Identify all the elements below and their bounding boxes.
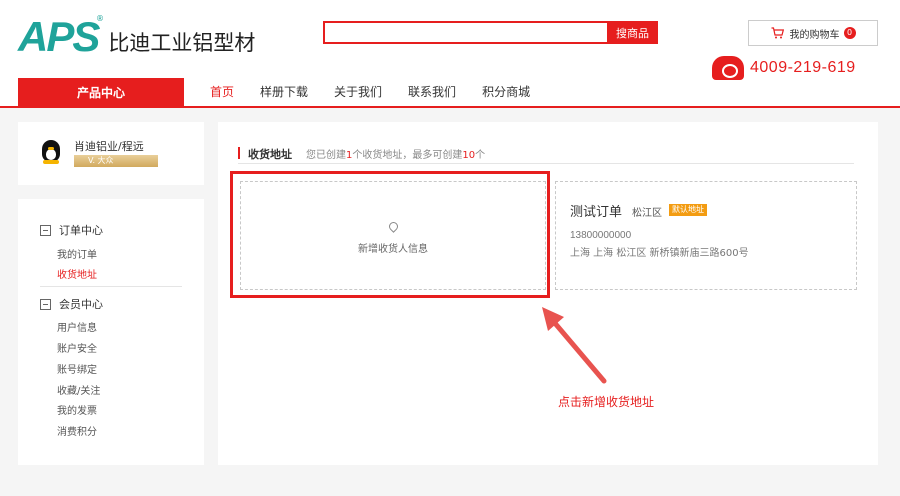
section-order-center[interactable]: 订单中心 (40, 222, 103, 238)
sidebar-item-my-orders[interactable]: 我的订单 (57, 246, 97, 261)
nav-item-catalog-download[interactable]: 样册下载 (260, 78, 308, 106)
hotline-number: 4009-219-619 (750, 59, 856, 76)
nav-items: 首页 样册下载 关于我们 联系我们 积分商城 (210, 78, 556, 106)
member-level-badge: V. 大众 (74, 155, 158, 167)
sidebar-item-account-binding[interactable]: 账号绑定 (57, 361, 97, 376)
full-address: 上海 上海 松江区 新桥镇新庙三路600号 (570, 248, 749, 259)
search-bar: 搜商品 (323, 21, 658, 44)
annotation-callout: 点击新增收货地址 (558, 395, 655, 409)
site-header: APS ® 比迪工业铝型材 搜商品 我的购物车 0 4009-219-619 产… (0, 0, 900, 108)
search-input[interactable] (323, 21, 607, 44)
cart-button[interactable]: 我的购物车 0 (748, 20, 878, 46)
main-nav: 产品中心 首页 样册下载 关于我们 联系我们 积分商城 (0, 78, 900, 108)
nav-item-home[interactable]: 首页 (210, 78, 234, 106)
logo-mark: APS (18, 13, 100, 60)
sidebar-item-shipping-address[interactable]: 收货地址 (57, 266, 97, 281)
address-card[interactable]: 测试订单 松江区 默认地址 13800000000 上海 上海 松江区 新桥镇新… (555, 181, 857, 290)
divider (40, 286, 182, 287)
user-card: 肖迪铝业/程远 V. 大众 (18, 122, 204, 185)
collapse-icon (40, 224, 51, 236)
sidebar-item-favorites[interactable]: 收藏/关注 (57, 382, 100, 397)
sidebar-item-invoices[interactable]: 我的发票 (57, 402, 97, 417)
section-label: 会员中心 (59, 298, 103, 311)
sidebar-menu: 订单中心 我的订单 收货地址 会员中心 用户信息 账户安全 账号绑定 收藏/关注… (18, 199, 204, 465)
cart-icon (771, 27, 784, 39)
page-title: 收货地址 (248, 148, 292, 161)
address-count-note: 您已创建1个收货地址，最多可创建10个 (306, 150, 486, 161)
recipient-phone: 13800000000 (570, 230, 632, 241)
sidebar-item-points[interactable]: 消费积分 (57, 423, 97, 438)
default-address-badge: 默认地址 (669, 204, 707, 216)
panel-header: 收货地址 您已创建1个收货地址，最多可创建10个 (238, 146, 854, 164)
cart-label: 我的购物车 (789, 29, 840, 41)
sidebar-item-user-info[interactable]: 用户信息 (57, 319, 97, 334)
section-label: 订单中心 (59, 224, 103, 237)
address-district: 松江区 (632, 208, 662, 219)
hotline: 4009-219-619 (712, 56, 856, 80)
sidebar-item-account-security[interactable]: 账户安全 (57, 340, 97, 355)
avatar-penguin-icon[interactable] (40, 140, 62, 164)
annotation-arrow-icon (542, 307, 607, 384)
search-button[interactable]: 搜商品 (607, 21, 658, 44)
site-logo[interactable]: APS ® 比迪工业铝型材 (18, 13, 256, 60)
nav-item-points-mall[interactable]: 积分商城 (482, 78, 530, 106)
username[interactable]: 肖迪铝业/程远 (74, 138, 144, 154)
section-member-center[interactable]: 会员中心 (40, 296, 103, 312)
title-accent-bar (238, 147, 240, 159)
telephone-icon (712, 56, 744, 80)
nav-item-about[interactable]: 关于我们 (334, 78, 382, 106)
registered-mark: ® (96, 14, 104, 23)
highlight-frame (230, 171, 550, 298)
cart-count-badge: 0 (843, 27, 856, 39)
nav-product-center[interactable]: 产品中心 (18, 78, 184, 108)
brand-name: 比迪工业铝型材 (108, 31, 256, 55)
recipient-name: 测试订单 (570, 205, 623, 220)
collapse-icon (40, 298, 51, 310)
address-panel: 收货地址 您已创建1个收货地址，最多可创建10个 新增收货人信息 测试订单 松江… (218, 122, 878, 465)
nav-item-contact[interactable]: 联系我们 (408, 78, 456, 106)
